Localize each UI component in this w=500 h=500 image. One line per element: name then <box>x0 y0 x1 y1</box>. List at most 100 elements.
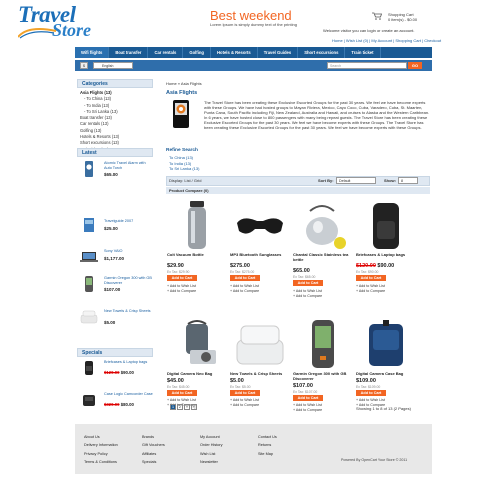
latest-product-name[interactable]: Sony VAIO <box>104 249 154 254</box>
footer-link[interactable]: Order History <box>200 441 223 449</box>
add-to-wishlist-link[interactable]: + Add to Wish List <box>167 284 196 288</box>
add-to-compare-link[interactable]: + Add to Compare <box>356 289 385 293</box>
footer-column: Contact Us Returns Site Map <box>258 433 277 458</box>
latest-product-name[interactable]: Travelguide 2007 <box>104 219 154 224</box>
footer-link[interactable]: Brands <box>142 433 165 441</box>
backpack-icon[interactable] <box>359 199 413 251</box>
product-ex-tax: Ex Tax: $65.00 <box>293 275 316 279</box>
currency-select[interactable]: $ <box>80 62 88 69</box>
product-name[interactable]: Digital Camera Case Bag <box>356 371 420 377</box>
add-to-cart-button[interactable]: Add to Cart <box>293 395 323 401</box>
add-to-compare-link[interactable]: + Add to Compare <box>293 294 322 298</box>
special-product-name[interactable]: Briefcases & Laptop bags <box>104 360 154 365</box>
product-price: $275.00 <box>230 263 250 269</box>
page-last[interactable]: »| <box>191 404 197 410</box>
add-to-wishlist-link[interactable]: + Add to Wish List <box>293 289 322 293</box>
product-name[interactable]: New Towels & Crisp Sheets <box>230 371 294 377</box>
thermos-icon[interactable] <box>170 199 224 251</box>
latest-product-name[interactable]: Garmin Oregon 300 with GB Discoverer <box>104 276 154 285</box>
page-next[interactable]: » <box>184 404 190 410</box>
product-name[interactable]: Briefcases & Laptop bags <box>356 252 420 258</box>
camera-case-icon[interactable] <box>80 392 98 408</box>
footer-link[interactable]: Newsletter <box>200 458 223 466</box>
add-to-wishlist-link[interactable]: + Add to Wish List <box>356 284 385 288</box>
breadcrumb[interactable]: Home » Asia Flights <box>166 81 202 86</box>
gps-icon[interactable] <box>296 318 350 370</box>
alarm-clock-icon[interactable] <box>80 161 98 177</box>
add-to-cart-button[interactable]: Add to Cart <box>167 390 197 396</box>
add-to-cart-button[interactable]: Add to Cart <box>293 280 323 286</box>
add-to-compare-link[interactable]: + Add to Compare <box>293 408 322 412</box>
special-product-name[interactable]: Case Logic Camcorder Case <box>104 392 154 397</box>
footer-link[interactable]: Contact Us <box>258 433 277 441</box>
gps-icon[interactable] <box>80 276 98 292</box>
product-name[interactable]: Colt Vacuum Bottle <box>167 252 231 258</box>
add-to-compare-link[interactable]: + Add to Compare <box>167 289 196 293</box>
towels-icon[interactable] <box>233 318 287 370</box>
add-to-wishlist-link[interactable]: + Add to Wish List <box>167 398 196 402</box>
nav-item[interactable]: Boat transfer <box>109 47 149 58</box>
add-to-cart-button[interactable]: Add to Cart <box>167 275 197 281</box>
page-link[interactable]: 1 <box>170 404 176 410</box>
kettle-icon[interactable] <box>296 199 350 251</box>
footer-link[interactable]: Specials <box>142 458 165 466</box>
add-to-cart-button[interactable]: Add to Cart <box>230 390 260 396</box>
top-links[interactable]: Home | Wish List (0) | My Account | Shop… <box>332 38 441 43</box>
latest-product-name[interactable]: New Towels & Crisp Sheets <box>104 309 154 314</box>
nav-item[interactable]: Hotels & Resorts <box>211 47 258 58</box>
case-bag-icon[interactable] <box>359 318 413 370</box>
book-icon[interactable] <box>80 218 98 234</box>
sunglasses-icon[interactable] <box>233 199 287 251</box>
shopping-cart-icon[interactable] <box>372 12 382 20</box>
towels-icon[interactable] <box>80 309 98 325</box>
nav-item[interactable]: Wifi flights <box>75 47 110 58</box>
product-name[interactable]: Garmin Oregon 300 with GB Discoverer <box>293 371 357 382</box>
nav-item[interactable]: Travel Guides <box>258 47 299 58</box>
show-select[interactable]: 8 <box>398 177 418 184</box>
footer-link[interactable]: Privacy Policy <box>84 450 118 458</box>
page-link[interactable]: 2 <box>177 404 183 410</box>
add-to-wishlist-link[interactable]: + Add to Wish List <box>230 284 259 288</box>
refine-list: To China (13) To India (13) To Sri Lanka… <box>169 155 199 172</box>
footer-link[interactable]: Site Map <box>258 450 277 458</box>
footer-link[interactable]: About Us <box>84 433 118 441</box>
show-label: Show: <box>384 178 396 183</box>
footer-link[interactable]: Returns <box>258 441 277 449</box>
display-toggle[interactable]: Display: List / Grid <box>169 178 201 183</box>
add-to-cart-button[interactable]: Add to Cart <box>356 275 386 281</box>
laptop-icon[interactable] <box>80 249 98 265</box>
add-to-wishlist-link[interactable]: + Add to Wish List <box>230 398 259 402</box>
add-to-wishlist-link[interactable]: + Add to Wish List <box>356 398 385 402</box>
product-compare-link[interactable]: Product Compare (0) <box>166 187 430 194</box>
nav-item[interactable]: Train ticket <box>345 47 381 58</box>
page-title: Asia Flights <box>166 90 198 96</box>
footer-link[interactable]: Delivery Information <box>84 441 118 449</box>
add-to-cart-button[interactable]: Add to Cart <box>356 390 386 396</box>
search-input[interactable]: Search <box>327 62 407 69</box>
latest-product-name[interactable]: Atomic Travel Alarm with Auto Torch <box>104 161 154 170</box>
footer-link[interactable]: Wish List <box>200 450 223 458</box>
refine-item[interactable]: To Sri Lanka (13) <box>169 166 199 172</box>
nav-item[interactable]: Short excursions <box>298 47 346 58</box>
add-to-compare-link[interactable]: + Add to Compare <box>230 403 259 407</box>
product-name[interactable]: Chantal Classic Stainless tea kettle <box>293 252 357 263</box>
nav-item[interactable]: Car rentals <box>148 47 184 58</box>
specials-title: Specials <box>77 348 153 357</box>
product-name[interactable]: Digital Camera Neo Bag <box>167 371 231 377</box>
add-to-compare-link[interactable]: + Add to Compare <box>230 289 259 293</box>
footer-link[interactable]: Affiliates <box>142 450 165 458</box>
pagination: 1 2 » »| <box>170 404 197 410</box>
nav-item[interactable]: Golfing <box>183 47 211 58</box>
footer-link[interactable]: My Account <box>200 433 223 441</box>
add-to-cart-button[interactable]: Add to Cart <box>230 275 260 281</box>
footer-link[interactable]: Gift Vouchers <box>142 441 165 449</box>
product-name[interactable]: MP3 Bluetooth Sunglasses <box>230 252 294 258</box>
backpack-icon[interactable] <box>80 360 98 376</box>
search-button[interactable]: GO <box>408 62 422 69</box>
language-select[interactable]: English <box>93 62 133 69</box>
cart-summary[interactable]: Shopping Cart 0 item(s) - $0.00 <box>388 12 417 22</box>
add-to-wishlist-link[interactable]: + Add to Wish List <box>293 403 322 407</box>
sort-select[interactable]: Default <box>336 177 376 184</box>
footer-link[interactable]: Terms & Conditions <box>84 458 118 466</box>
camera-bag-icon[interactable] <box>170 318 224 370</box>
